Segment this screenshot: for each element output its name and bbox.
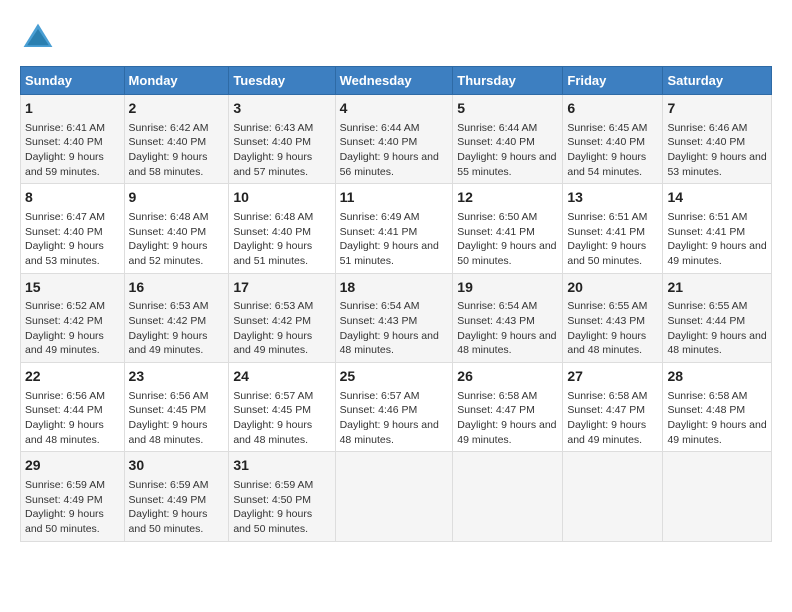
calendar-table: SundayMondayTuesdayWednesdayThursdayFrid… [20,66,772,542]
day-cell: 13Sunrise: 6:51 AMSunset: 4:41 PMDayligh… [563,184,663,273]
day-number: 11 [340,188,449,208]
day-cell: 11Sunrise: 6:49 AMSunset: 4:41 PMDayligh… [335,184,453,273]
day-cell: 21Sunrise: 6:55 AMSunset: 4:44 PMDayligh… [663,273,772,362]
day-number: 16 [129,278,225,298]
day-cell: 23Sunrise: 6:56 AMSunset: 4:45 PMDayligh… [124,363,229,452]
day-number: 1 [25,99,120,119]
day-cell: 10Sunrise: 6:48 AMSunset: 4:40 PMDayligh… [229,184,335,273]
day-number: 6 [567,99,658,119]
day-number: 4 [340,99,449,119]
day-number: 7 [667,99,767,119]
day-cell: 20Sunrise: 6:55 AMSunset: 4:43 PMDayligh… [563,273,663,362]
day-number: 27 [567,367,658,387]
day-number: 9 [129,188,225,208]
day-number: 17 [233,278,330,298]
day-number: 3 [233,99,330,119]
col-header-saturday: Saturday [663,67,772,95]
day-cell: 16Sunrise: 6:53 AMSunset: 4:42 PMDayligh… [124,273,229,362]
day-cell: 4Sunrise: 6:44 AMSunset: 4:40 PMDaylight… [335,95,453,184]
week-row-1: 1Sunrise: 6:41 AMSunset: 4:40 PMDaylight… [21,95,772,184]
day-cell [335,452,453,541]
day-cell: 28Sunrise: 6:58 AMSunset: 4:48 PMDayligh… [663,363,772,452]
day-number: 18 [340,278,449,298]
day-number: 15 [25,278,120,298]
day-number: 28 [667,367,767,387]
day-cell: 24Sunrise: 6:57 AMSunset: 4:45 PMDayligh… [229,363,335,452]
week-row-3: 15Sunrise: 6:52 AMSunset: 4:42 PMDayligh… [21,273,772,362]
day-cell: 17Sunrise: 6:53 AMSunset: 4:42 PMDayligh… [229,273,335,362]
day-number: 24 [233,367,330,387]
day-number: 13 [567,188,658,208]
day-cell: 18Sunrise: 6:54 AMSunset: 4:43 PMDayligh… [335,273,453,362]
day-number: 14 [667,188,767,208]
day-cell: 31Sunrise: 6:59 AMSunset: 4:50 PMDayligh… [229,452,335,541]
day-cell [563,452,663,541]
week-row-4: 22Sunrise: 6:56 AMSunset: 4:44 PMDayligh… [21,363,772,452]
day-number: 21 [667,278,767,298]
day-cell [453,452,563,541]
col-header-monday: Monday [124,67,229,95]
day-cell: 8Sunrise: 6:47 AMSunset: 4:40 PMDaylight… [21,184,125,273]
day-cell: 14Sunrise: 6:51 AMSunset: 4:41 PMDayligh… [663,184,772,273]
day-cell: 5Sunrise: 6:44 AMSunset: 4:40 PMDaylight… [453,95,563,184]
col-header-thursday: Thursday [453,67,563,95]
day-cell: 2Sunrise: 6:42 AMSunset: 4:40 PMDaylight… [124,95,229,184]
day-number: 25 [340,367,449,387]
day-cell: 19Sunrise: 6:54 AMSunset: 4:43 PMDayligh… [453,273,563,362]
day-cell: 22Sunrise: 6:56 AMSunset: 4:44 PMDayligh… [21,363,125,452]
col-header-tuesday: Tuesday [229,67,335,95]
day-number: 2 [129,99,225,119]
week-row-2: 8Sunrise: 6:47 AMSunset: 4:40 PMDaylight… [21,184,772,273]
logo-icon [20,20,56,56]
week-row-5: 29Sunrise: 6:59 AMSunset: 4:49 PMDayligh… [21,452,772,541]
day-number: 12 [457,188,558,208]
day-cell: 25Sunrise: 6:57 AMSunset: 4:46 PMDayligh… [335,363,453,452]
day-cell: 7Sunrise: 6:46 AMSunset: 4:40 PMDaylight… [663,95,772,184]
day-number: 23 [129,367,225,387]
day-cell: 12Sunrise: 6:50 AMSunset: 4:41 PMDayligh… [453,184,563,273]
day-cell: 30Sunrise: 6:59 AMSunset: 4:49 PMDayligh… [124,452,229,541]
day-cell: 3Sunrise: 6:43 AMSunset: 4:40 PMDaylight… [229,95,335,184]
day-cell: 1Sunrise: 6:41 AMSunset: 4:40 PMDaylight… [21,95,125,184]
day-cell: 27Sunrise: 6:58 AMSunset: 4:47 PMDayligh… [563,363,663,452]
day-number: 19 [457,278,558,298]
col-header-sunday: Sunday [21,67,125,95]
day-number: 30 [129,456,225,476]
col-header-wednesday: Wednesday [335,67,453,95]
day-cell: 9Sunrise: 6:48 AMSunset: 4:40 PMDaylight… [124,184,229,273]
day-number: 22 [25,367,120,387]
day-cell: 15Sunrise: 6:52 AMSunset: 4:42 PMDayligh… [21,273,125,362]
logo [20,20,60,56]
header-row: SundayMondayTuesdayWednesdayThursdayFrid… [21,67,772,95]
day-cell: 6Sunrise: 6:45 AMSunset: 4:40 PMDaylight… [563,95,663,184]
day-cell [663,452,772,541]
col-header-friday: Friday [563,67,663,95]
day-number: 5 [457,99,558,119]
day-number: 31 [233,456,330,476]
day-number: 10 [233,188,330,208]
day-number: 20 [567,278,658,298]
day-number: 26 [457,367,558,387]
day-number: 8 [25,188,120,208]
day-number: 29 [25,456,120,476]
day-cell: 26Sunrise: 6:58 AMSunset: 4:47 PMDayligh… [453,363,563,452]
page-header [20,20,772,56]
day-cell: 29Sunrise: 6:59 AMSunset: 4:49 PMDayligh… [21,452,125,541]
